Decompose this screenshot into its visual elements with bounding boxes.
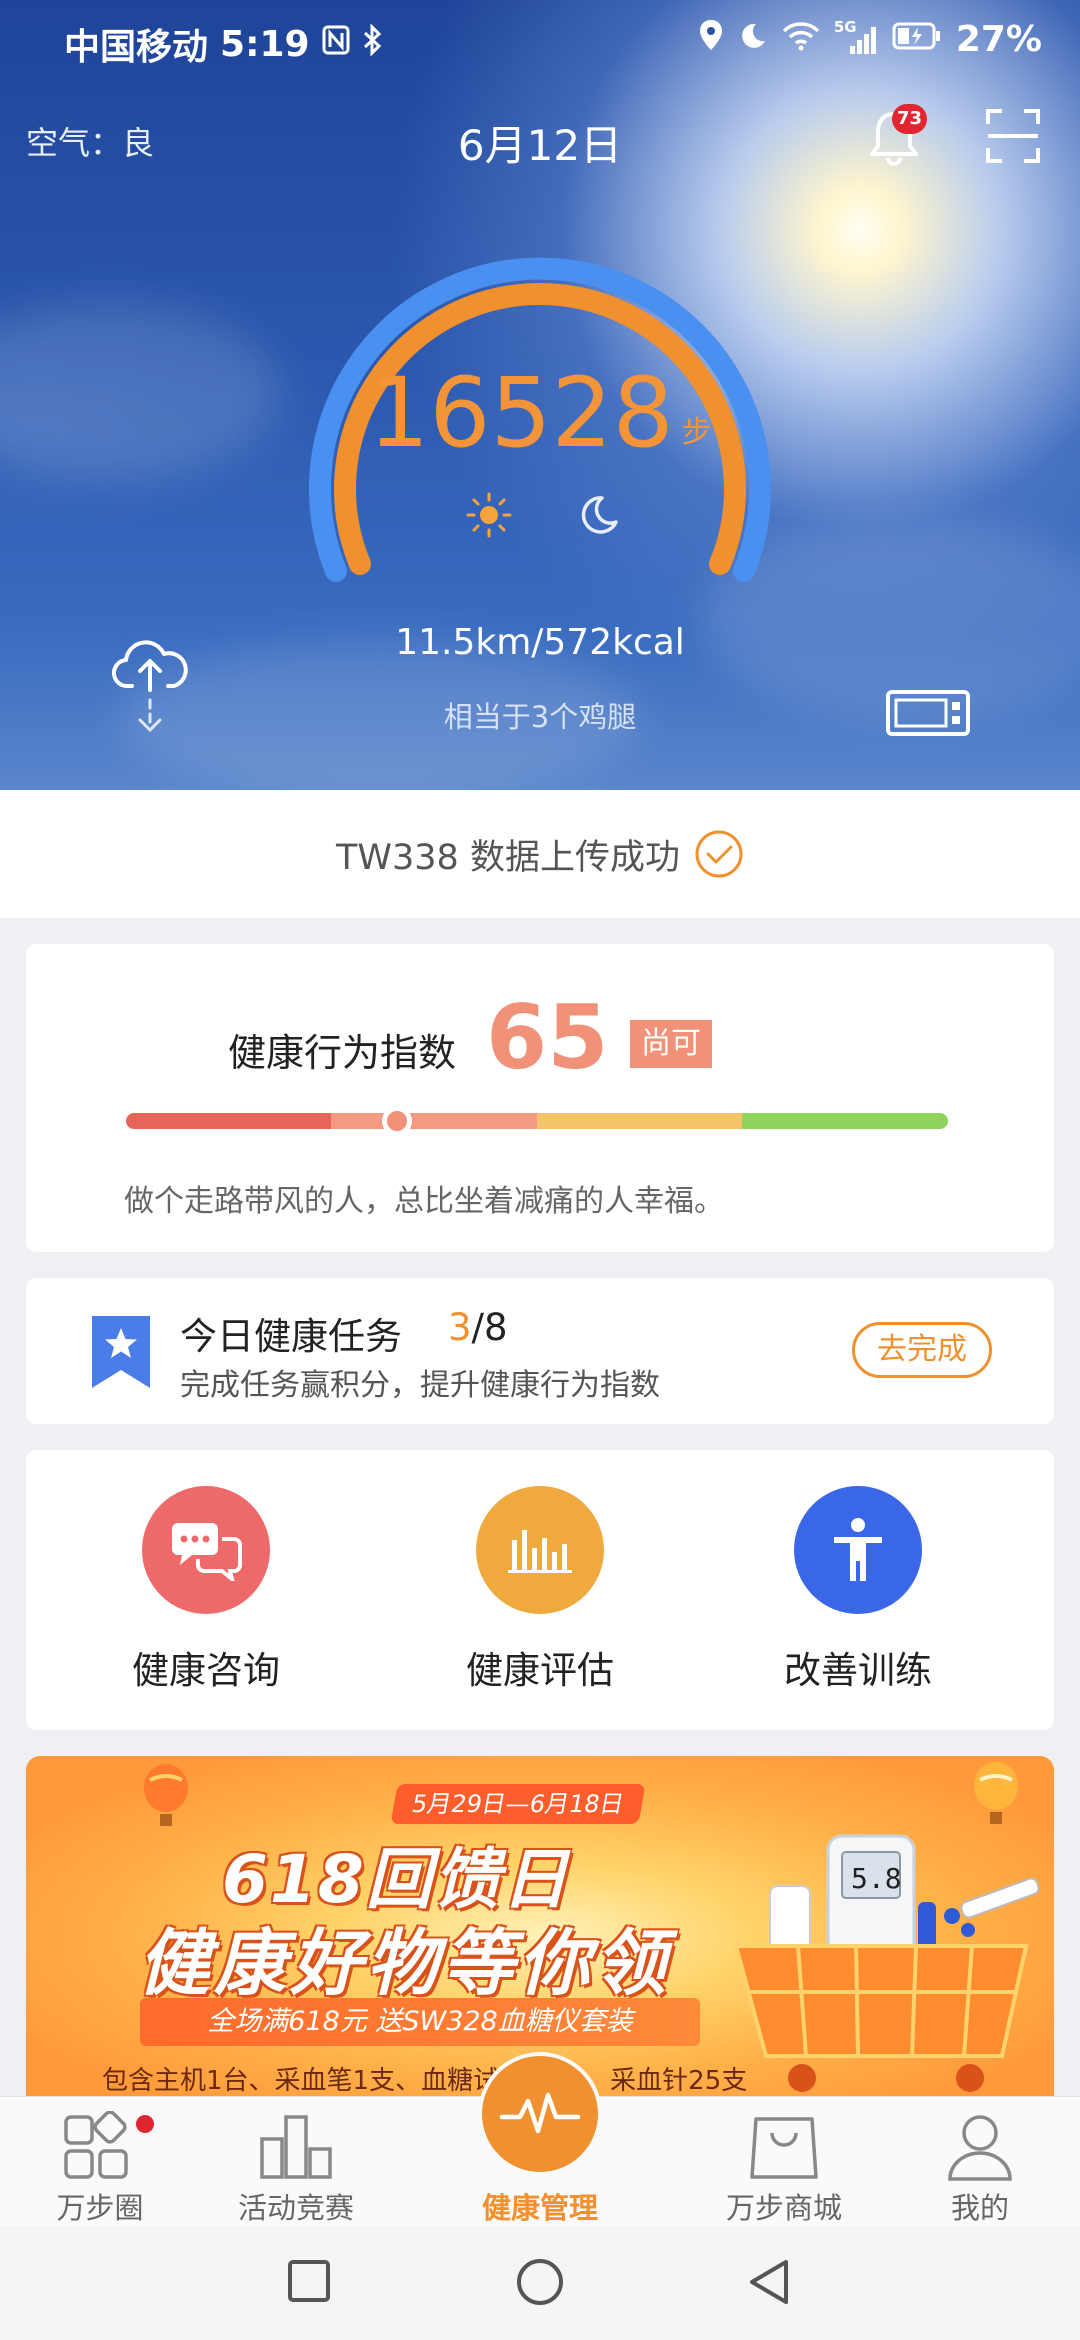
tab-profile[interactable]: 我的 bbox=[880, 2097, 1080, 2227]
service-health-assessment[interactable]: 健康评估 bbox=[410, 1486, 670, 1694]
promo-banner[interactable]: 5月29日—6月18日 618回馈日 健康好物等你领 全场满618元 送SW32… bbox=[26, 1756, 1054, 2096]
services-card: 健康咨询 健康评估 改善训练 bbox=[26, 1450, 1054, 1730]
glucose-meter-reading: 5.8 bbox=[851, 1862, 902, 1895]
tab-activities[interactable]: 活动竞赛 bbox=[196, 2097, 396, 2227]
status-bar: 中国移动 5:19 5G 27% bbox=[0, 0, 1080, 80]
balloon-decoration bbox=[144, 1764, 188, 1826]
hero-panel: 中国移动 5:19 5G 27% 空气：良 6月12日 73 16528 步 1… bbox=[0, 0, 1080, 790]
bluetooth-icon bbox=[362, 23, 384, 64]
promo-headline: 健康好物等你领 bbox=[138, 1921, 671, 2005]
health-index-rating-badge: 尚可 bbox=[630, 1020, 712, 1068]
heartbeat-icon[interactable] bbox=[478, 2052, 602, 2176]
service-label: 改善训练 bbox=[784, 1649, 932, 1692]
clock: 5:19 bbox=[220, 23, 310, 65]
wifi-icon bbox=[782, 19, 820, 60]
daily-task-card[interactable]: 今日健康任务 3/8 完成任务赢积分，提升健康行为指数 去完成 bbox=[26, 1278, 1054, 1424]
sun-icon[interactable] bbox=[466, 492, 512, 538]
tab-wanbu-circle[interactable]: 万步圈 bbox=[0, 2097, 200, 2227]
service-label: 健康评估 bbox=[466, 1649, 614, 1692]
step-count: 16528 步 bbox=[0, 358, 1080, 488]
service-improvement-training[interactable]: 改善训练 bbox=[728, 1486, 988, 1694]
moon-icon[interactable] bbox=[578, 494, 620, 536]
unread-dot bbox=[136, 2115, 154, 2133]
community-grid-icon bbox=[64, 2111, 128, 2179]
notification-badge: 73 bbox=[892, 104, 928, 134]
task-title: 今日健康任务 bbox=[180, 1315, 402, 1358]
shopping-bag-icon bbox=[750, 2117, 818, 2179]
bar-segment-fair bbox=[331, 1113, 537, 1129]
health-index-label: 健康行为指数 bbox=[228, 1031, 457, 1075]
shopping-cart-illustration: 5.8 bbox=[733, 1834, 1040, 2092]
scan-icon[interactable] bbox=[986, 108, 1040, 164]
tab-label: 健康管理 bbox=[481, 2191, 598, 2225]
promo-package-contents: 包含主机1台、采血笔1支、血糖试纸25片、采血针25支 bbox=[102, 2066, 748, 2096]
bar-chart-icon[interactable] bbox=[476, 1486, 604, 1614]
upload-status-strip: TW338 数据上传成功 bbox=[0, 790, 1080, 918]
tab-wanbu-mall[interactable]: 万步商城 bbox=[684, 2097, 884, 2227]
person-stretch-icon[interactable] bbox=[794, 1486, 922, 1614]
promo-date-range: 5月29日—6月18日 bbox=[390, 1784, 646, 1824]
upload-message: TW338 数据上传成功 bbox=[336, 837, 680, 878]
tab-label: 我的 bbox=[950, 2191, 1009, 2225]
task-total: /8 bbox=[471, 1306, 508, 1349]
tab-label: 活动竞赛 bbox=[237, 2191, 354, 2225]
task-done-count: 3 bbox=[448, 1306, 472, 1349]
health-index-card[interactable]: 健康行为指数 65 尚可 做个走路带风的人，总比坐着减痛的人幸福。 bbox=[26, 944, 1054, 1252]
go-complete-button[interactable]: 去完成 bbox=[852, 1322, 992, 1378]
task-subtitle: 完成任务赢积分，提升健康行为指数 bbox=[180, 1368, 660, 1403]
health-index-marker bbox=[382, 1106, 413, 1136]
health-index-value: 65 bbox=[486, 986, 609, 1089]
chat-bubbles-icon[interactable] bbox=[142, 1486, 270, 1614]
cloud-upload-icon[interactable] bbox=[112, 638, 188, 738]
service-label: 健康咨询 bbox=[132, 1649, 280, 1692]
task-progress: 3/8 bbox=[448, 1306, 508, 1349]
bar-segment-poor bbox=[126, 1113, 331, 1129]
carrier-name: 中国移动 bbox=[64, 27, 209, 68]
tab-label: 万步圈 bbox=[56, 2191, 144, 2225]
battery-percent: 27% bbox=[955, 19, 1042, 60]
location-icon bbox=[698, 18, 724, 61]
leaderboard-icon bbox=[260, 2115, 332, 2179]
system-nav-bar bbox=[0, 2226, 1080, 2340]
bar-segment-good bbox=[537, 1113, 742, 1129]
check-circle-icon bbox=[694, 829, 744, 879]
home-circle-icon[interactable] bbox=[514, 2256, 566, 2308]
promo-ribbon: 全场满618元 送SW328血糖仪套装 bbox=[140, 1998, 700, 2046]
battery-icon bbox=[892, 19, 942, 60]
profile-icon bbox=[948, 2115, 1012, 2181]
recent-apps-square-icon[interactable] bbox=[284, 2256, 334, 2306]
step-unit: 步 bbox=[681, 415, 712, 450]
signal-5g-icon: 5G bbox=[834, 18, 878, 56]
step-value: 16528 bbox=[368, 357, 674, 469]
health-index-quote: 做个走路带风的人，总比坐着减痛的人幸福。 bbox=[124, 1184, 724, 1219]
star-bookmark-icon bbox=[90, 1314, 152, 1390]
do-not-disturb-moon-icon bbox=[738, 19, 768, 60]
health-index-bar bbox=[126, 1113, 948, 1129]
bar-segment-excellent bbox=[742, 1113, 948, 1129]
back-triangle-icon[interactable] bbox=[744, 2256, 794, 2308]
nfc-icon bbox=[322, 25, 350, 63]
tab-label: 万步商城 bbox=[725, 2191, 842, 2225]
service-health-consult[interactable]: 健康咨询 bbox=[76, 1486, 336, 1694]
device-meter-icon[interactable] bbox=[886, 690, 970, 736]
